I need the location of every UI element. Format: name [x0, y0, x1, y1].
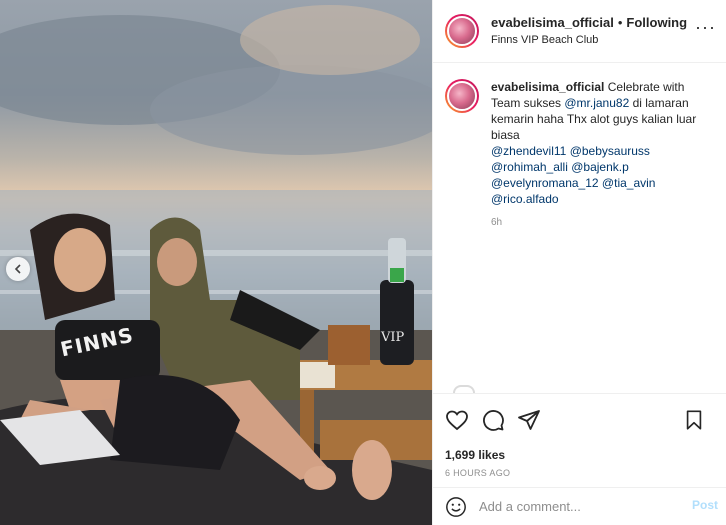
more-options-icon[interactable]: ··· [695, 18, 716, 36]
comment-input[interactable] [479, 499, 679, 514]
previous-photo-button[interactable] [6, 257, 30, 281]
author-avatar[interactable] [445, 14, 479, 48]
bookmark-icon [686, 410, 702, 430]
mention-link[interactable]: @tia_avin [602, 176, 656, 190]
post-time[interactable]: 6 HOURS AGO [433, 465, 726, 487]
caption-timestamp[interactable]: 6h [491, 217, 714, 228]
mention-link[interactable]: @rico.alfado [491, 192, 559, 206]
heart-icon [446, 410, 468, 430]
beach-photo-illustration [0, 5, 432, 525]
post-modal: FINNS VIP evabelisima_official • Following… [0, 0, 726, 525]
comment-icon [483, 409, 504, 431]
following-button[interactable]: Following [626, 15, 687, 30]
mention-link[interactable]: @evelynromana_12 [491, 176, 599, 190]
location-link[interactable]: Finns VIP Beach Club [491, 32, 687, 48]
post-header: evabelisima_official • Following Finns VIP… [433, 0, 726, 63]
post-side-panel: evabelisima_official • Following Finns VIP… [432, 0, 726, 525]
caption-username[interactable]: evabelisima_official [491, 80, 604, 94]
action-bar [433, 393, 726, 445]
caption-row: evabelisima_official Celebrate with Team… [445, 79, 714, 207]
bottle-label-text: VIP [381, 330, 405, 345]
caption-author-avatar[interactable] [445, 79, 479, 113]
mention-link[interactable]: @bebysauruss [570, 144, 650, 158]
mention-link[interactable]: @bajenk.p [571, 160, 629, 174]
post-comment-button[interactable]: Post [692, 498, 718, 512]
chevron-left-icon [14, 264, 21, 274]
likes-count[interactable]: 1,699 likes [433, 445, 726, 465]
smiley-icon[interactable] [445, 496, 467, 518]
save-button[interactable] [682, 408, 706, 432]
separator-dot: • [617, 14, 623, 30]
author-username[interactable]: evabelisima_official [491, 15, 614, 30]
comments-section: evabelisima_official Celebrate with Team… [433, 63, 726, 393]
post-photo[interactable]: FINNS VIP [0, 0, 432, 525]
mention-link[interactable]: @zhendevil11 [491, 144, 566, 158]
caption-text: evabelisima_official Celebrate with Team… [491, 79, 711, 207]
loading-spinner-icon [453, 385, 475, 393]
like-button[interactable] [445, 408, 469, 432]
mention-link[interactable]: @rohimah_alli [491, 160, 568, 174]
add-comment-bar: Post [433, 487, 726, 525]
share-button[interactable] [517, 408, 541, 432]
paper-plane-icon [518, 409, 540, 430]
comment-button[interactable] [481, 408, 505, 432]
caption-mention[interactable]: @mr.janu82 [564, 96, 629, 110]
